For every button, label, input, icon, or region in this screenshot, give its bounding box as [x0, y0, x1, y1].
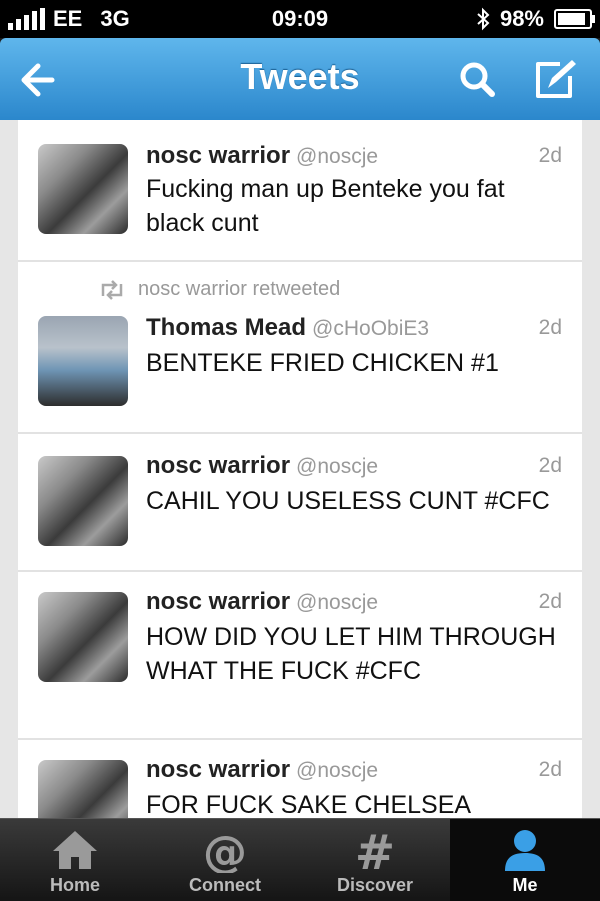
tab-connect[interactable]: @ Connect [150, 819, 300, 901]
battery-icon [554, 9, 595, 29]
avatar[interactable] [38, 456, 128, 546]
avatar[interactable] [38, 316, 128, 406]
tab-label: Me [512, 875, 538, 895]
nav-bar: Tweets [0, 38, 600, 121]
tweet-author: Thomas Mead @cHoObiE3 [146, 314, 430, 341]
tab-home[interactable]: Home [0, 819, 150, 901]
tweet-author: nosc warrior @noscje [146, 756, 379, 783]
tab-label: Connect [189, 875, 261, 895]
person-icon [505, 830, 545, 871]
retweet-label: nosc warrior retweeted [98, 278, 340, 301]
tab-label: Discover [336, 875, 414, 895]
retweet-icon [101, 279, 123, 300]
tweet-author: nosc warrior @noscje [146, 142, 379, 169]
tab-label: Home [49, 875, 100, 895]
tweet-item[interactable]: nosc warrior @noscje 2d Fucking man up Be… [18, 120, 582, 262]
search-icon [460, 62, 495, 97]
at-icon: @ [203, 827, 247, 873]
tweet-text: HOW DID YOU LET HIM THROUGH WHAT THE FUC… [146, 623, 556, 685]
tweet-text: BENTEKE FRIED CHICKEN #1 [146, 349, 499, 377]
tab-discover[interactable]: # Discover [300, 819, 450, 901]
tweet-handle: @noscje [296, 759, 379, 782]
tweet-handle: @noscje [296, 591, 379, 614]
tweet-time: 2d [538, 590, 562, 613]
tweet-item[interactable]: nosc warrior @noscje 2d CAHIL YOU USELESS… [18, 434, 582, 572]
tweet-text: Fucking man up Benteke you fat black cun… [146, 175, 505, 237]
tweet-time: 2d [538, 144, 562, 167]
hash-icon: # [355, 827, 395, 873]
tweet-timeline[interactable]: nosc warrior @noscje 2d Fucking man up Be… [0, 120, 600, 818]
tab-bar: Home @ Connect # Discover Me [0, 818, 600, 901]
compose-icon [536, 60, 576, 98]
bluetooth-icon [477, 7, 490, 31]
tweet-handle: @cHoObiE3 [312, 317, 430, 340]
tweet-item[interactable]: nosc warrior @noscje 2d HOW DID YOU LET H… [18, 572, 582, 740]
tweet-text: CAHIL YOU USELESS CUNT #CFC [146, 487, 550, 515]
svg-text:@: @ [203, 827, 247, 873]
tweet-time: 2d [538, 316, 562, 339]
avatar[interactable] [38, 592, 128, 682]
battery-percent: 98% [499, 6, 544, 31]
home-icon [53, 831, 97, 869]
tweet-time: 2d [538, 758, 562, 781]
tweet-author: nosc warrior @noscje [146, 452, 379, 479]
tweet-time: 2d [538, 454, 562, 477]
svg-text:#: # [355, 827, 395, 873]
tweet-item[interactable]: nosc warrior retweeted Thomas Mead @cHoOb… [18, 262, 582, 434]
search-button[interactable] [452, 54, 504, 106]
avatar[interactable] [38, 760, 128, 818]
compose-button[interactable] [530, 54, 582, 106]
avatar[interactable] [38, 144, 128, 234]
tweet-handle: @noscje [296, 145, 379, 168]
tweet-item[interactable]: nosc warrior @noscje 2d FOR FUCK SAKE CHE… [18, 740, 582, 818]
timeline-card: nosc warrior @noscje 2d Fucking man up Be… [18, 120, 582, 818]
tweet-text: FOR FUCK SAKE CHELSEA [146, 791, 472, 818]
tweet-handle: @noscje [296, 455, 379, 478]
status-bar: EE 3G 09:09 98% [0, 0, 600, 38]
page-title: Tweets [240, 56, 360, 97]
tweet-author: nosc warrior @noscje [146, 588, 379, 615]
tab-me[interactable]: Me [450, 819, 600, 901]
